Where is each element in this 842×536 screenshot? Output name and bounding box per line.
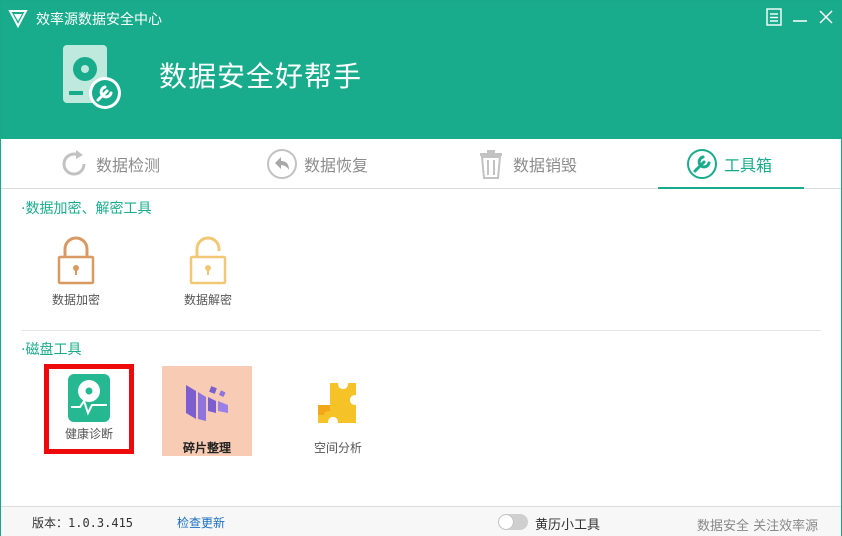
tab-toolbox[interactable]: 工具箱 xyxy=(686,139,772,189)
puzzle-icon xyxy=(313,378,363,427)
tab-label: 工具箱 xyxy=(724,156,773,175)
disk-health-icon xyxy=(64,373,114,423)
tool-defragment[interactable]: 碎片整理 xyxy=(162,366,252,456)
app-logo-icon xyxy=(8,10,28,28)
calendar-tool-label: 黄历小工具 xyxy=(535,518,601,533)
menu-icon xyxy=(766,8,782,26)
section-divider xyxy=(21,330,821,331)
app-window: 效率源数据安全中心 数据安全好帮手 数据检测 数据恢复 数据销毁 工具箱 ·数据… xyxy=(0,0,842,536)
section-title-disk: ·磁盘工具 xyxy=(21,342,82,358)
tab-data-destroy[interactable]: 数据销毁 xyxy=(475,139,577,189)
defrag-icon xyxy=(182,378,232,427)
trash-icon xyxy=(475,148,507,180)
lock-closed-icon xyxy=(51,235,101,285)
title-bar: 效率源数据安全中心 xyxy=(1,1,841,33)
status-bar: 版本：1.0.3.415 检查更新 黄历小工具 数据安全 关注效率源 xyxy=(1,506,841,536)
calendar-tool-toggle[interactable] xyxy=(498,514,528,530)
active-tab-indicator xyxy=(658,187,804,189)
tool-data-encrypt[interactable]: 数据加密 xyxy=(31,227,121,317)
toggle-knob xyxy=(499,515,513,529)
minimize-icon xyxy=(793,20,807,22)
tab-label: 数据检测 xyxy=(96,156,161,175)
tool-health-diagnosis[interactable]: 健康诊断 xyxy=(44,364,134,454)
main-tabs: 数据检测 数据恢复 数据销毁 工具箱 xyxy=(1,139,841,189)
tool-label: 数据加密 xyxy=(51,293,100,307)
close-button[interactable] xyxy=(814,5,838,29)
lock-open-icon xyxy=(183,235,233,285)
menu-button[interactable] xyxy=(762,5,786,29)
hero-title: 数据安全好帮手 xyxy=(159,60,363,93)
wrench-circle-icon xyxy=(686,148,718,180)
tool-label: 碎片整理 xyxy=(182,441,231,455)
footer-slogan: 数据安全 关注效率源 xyxy=(697,519,819,534)
refresh-circle-icon xyxy=(58,148,90,180)
minimize-button[interactable] xyxy=(788,5,812,29)
tool-data-decrypt[interactable]: 数据解密 xyxy=(163,227,253,317)
version-label: 版本：1.0.3.415 xyxy=(32,516,134,530)
tool-label: 健康诊断 xyxy=(64,427,113,441)
tool-space-analysis[interactable]: 空间分析 xyxy=(293,366,383,456)
back-arrow-circle-icon xyxy=(266,148,298,180)
tab-data-detection[interactable]: 数据检测 xyxy=(58,139,160,189)
hard-disk-wrench-icon xyxy=(63,45,121,109)
tab-label: 数据销毁 xyxy=(513,156,578,175)
tool-label: 数据解密 xyxy=(183,293,232,307)
tool-label: 空间分析 xyxy=(313,441,362,455)
section-title-encryption: ·数据加密、解密工具 xyxy=(21,201,152,217)
tab-data-recovery[interactable]: 数据恢复 xyxy=(266,139,368,189)
close-icon xyxy=(819,10,833,24)
header-banner: 效率源数据安全中心 数据安全好帮手 xyxy=(1,1,841,139)
app-title: 效率源数据安全中心 xyxy=(36,12,162,28)
check-update-link[interactable]: 检查更新 xyxy=(177,514,225,531)
tab-label: 数据恢复 xyxy=(304,156,369,175)
